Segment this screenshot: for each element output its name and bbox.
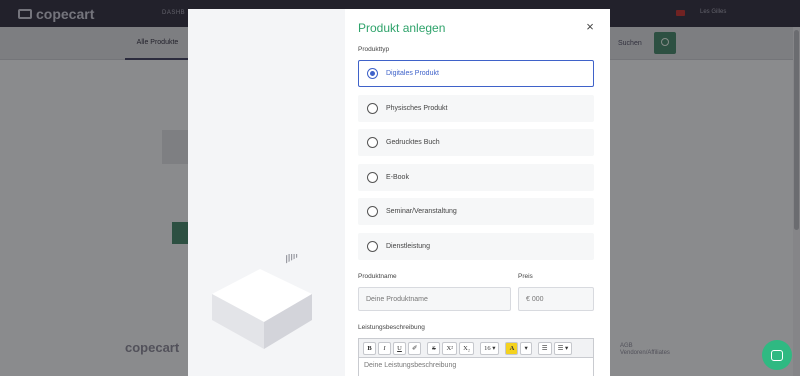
option-label: Digitales Produkt (386, 70, 439, 77)
radio-icon[interactable] (367, 240, 378, 252)
price-input[interactable]: € 000 (518, 287, 594, 311)
product-type-label: Produkttyp (358, 46, 390, 53)
align-dropdown[interactable]: ☰ ▾ (553, 341, 573, 355)
product-type-seminar[interactable]: Seminar/Veranstaltung (358, 198, 594, 225)
product-type-ebook[interactable]: E-Book (358, 163, 594, 191)
radio-icon[interactable] (367, 137, 378, 148)
product-name-label: Produktname (358, 273, 397, 280)
text-color-button[interactable]: A (505, 341, 519, 355)
option-label: Gedrucktes Buch (386, 139, 440, 146)
price-label: Preis (518, 273, 533, 280)
close-icon[interactable]: × (582, 18, 598, 34)
product-type-options: Digitales Produkt Physisches Produkt Ged… (358, 60, 594, 267)
option-label: Seminar/Veranstaltung (386, 208, 457, 215)
italic-button[interactable]: I (378, 341, 391, 355)
description-textarea[interactable]: Deine Leistungsbeschreibung (359, 358, 593, 373)
modal-illustration-panel (188, 9, 345, 376)
eraser-icon[interactable]: ✐ (408, 341, 422, 355)
radio-icon[interactable] (367, 102, 378, 114)
description-label: Leistungsbeschreibung (358, 324, 425, 331)
superscript-button[interactable]: X² (442, 341, 458, 355)
product-type-digital[interactable]: Digitales Produkt (358, 60, 594, 87)
chat-button[interactable] (762, 340, 792, 370)
chat-icon (771, 349, 783, 361)
modal-title: Produkt anlegen (358, 21, 446, 35)
bold-button[interactable]: B (363, 341, 376, 355)
product-type-service[interactable]: Dienstleistung (358, 232, 594, 260)
underline-button[interactable]: U (393, 341, 406, 355)
description-editor[interactable]: B I U ✐ S X² X₂ 16 ▾ A ▾ ☰ ☰ ▾ Deine Lei… (358, 338, 594, 376)
font-size-dropdown[interactable]: 16 ▾ (480, 341, 500, 355)
option-label: Physisches Produkt (386, 104, 448, 112)
product-name-input[interactable]: Deine Produktname (358, 287, 511, 311)
product-box-illustration (212, 254, 312, 349)
radio-icon[interactable] (367, 68, 378, 79)
radio-icon[interactable] (367, 171, 378, 183)
product-type-physical[interactable]: Physisches Produkt (358, 94, 594, 122)
subscript-button[interactable]: X₂ (459, 341, 475, 355)
create-product-modal: Produkt anlegen × Produkttyp Digitales P… (188, 9, 610, 376)
list-icon[interactable]: ☰ (537, 341, 552, 355)
product-type-printed-book[interactable]: Gedrucktes Buch (358, 129, 594, 156)
text-color-dropdown[interactable]: ▾ (520, 341, 532, 355)
option-label: Dienstleistung (386, 242, 430, 250)
editor-toolbar: B I U ✐ S X² X₂ 16 ▾ A ▾ ☰ ☰ ▾ (359, 339, 593, 358)
option-label: E-Book (386, 173, 409, 181)
radio-icon[interactable] (367, 206, 378, 217)
strikethrough-button[interactable]: S (427, 341, 441, 355)
